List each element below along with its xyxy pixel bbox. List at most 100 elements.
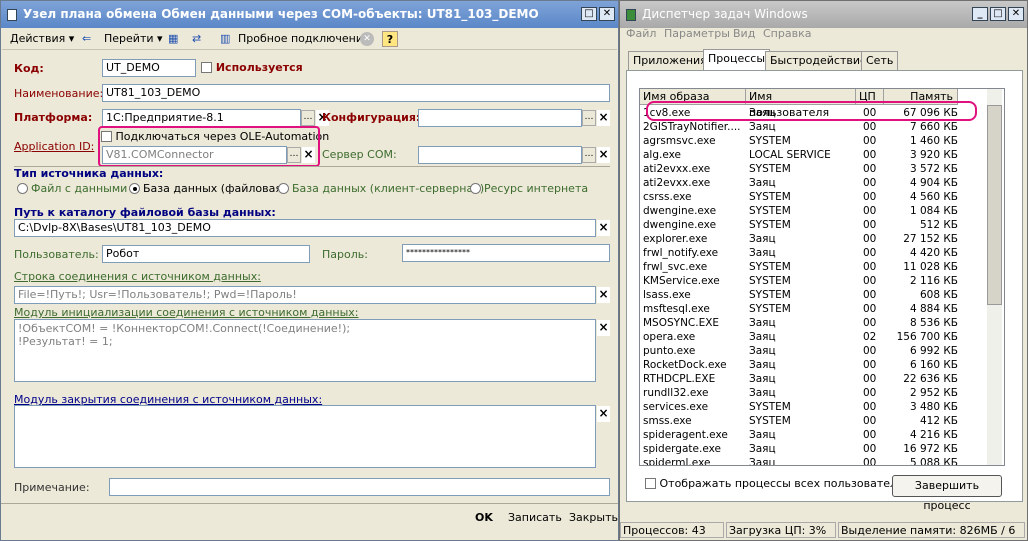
process-memory: 7 660 КБ — [909, 121, 958, 133]
process-user: SYSTEM — [749, 303, 791, 315]
tm-close-button[interactable]: ✕ — [1008, 7, 1024, 21]
table-row[interactable]: KMService.exe SYSTEM 00 2 116 КБ — [640, 274, 1004, 288]
note-field[interactable] — [109, 478, 610, 496]
stop-icon[interactable]: ✕ — [360, 32, 374, 46]
tm-title-bar: Диспетчер задач Windows — [620, 1, 1027, 28]
conn-label[interactable]: Строка соединения с источником данных: — [14, 270, 261, 283]
process-name: lsass.exe — [643, 289, 691, 301]
table-row[interactable]: smss.exe SYSTEM 00 412 КБ — [640, 414, 1004, 428]
table-row[interactable]: msftesql.exe SYSTEM 00 4 884 КБ — [640, 302, 1004, 316]
table-row[interactable]: services.exe SYSTEM 00 3 480 КБ — [640, 400, 1004, 414]
actions-menu[interactable]: Действия ▾ — [10, 31, 74, 47]
process-memory: 3 572 КБ — [909, 163, 958, 175]
server-field[interactable] — [418, 146, 582, 164]
config-field[interactable] — [418, 109, 582, 127]
process-memory: 11 028 КБ — [903, 261, 958, 273]
table-row[interactable]: spideragent.exe Заяц 00 4 216 КБ — [640, 428, 1004, 442]
path-clear-icon[interactable]: × — [597, 220, 610, 236]
table-row[interactable]: dwengine.exe SYSTEM 00 512 КБ — [640, 218, 1004, 232]
menu-options[interactable]: Параметры — [664, 27, 730, 40]
close-module-area[interactable] — [14, 405, 596, 468]
arrow-left-icon[interactable]: ⇐ — [82, 31, 91, 47]
init-clear-icon[interactable]: × — [597, 320, 610, 336]
show-all-checkbox[interactable]: Отображать процессы всех пользователей — [645, 477, 911, 490]
show-all-checkbox-box[interactable] — [645, 478, 656, 489]
maximize-button[interactable]: □ — [581, 7, 597, 21]
table-row[interactable]: agrsmsvc.exe SYSTEM 00 1 460 КБ — [640, 134, 1004, 148]
table-row[interactable]: rundll32.exe Заяц 00 2 952 КБ — [640, 386, 1004, 400]
table-row[interactable]: spiderml.exe Заяц 00 5 088 КБ — [640, 456, 1004, 465]
used-checkbox[interactable]: Используется — [201, 61, 303, 74]
ok-button[interactable]: OK — [475, 509, 493, 527]
used-checkbox-box[interactable] — [201, 62, 212, 73]
table-row[interactable]: MSOSYNC.EXE Заяц 00 8 536 КБ — [640, 316, 1004, 330]
user-field[interactable]: Робот — [102, 245, 310, 263]
table-row[interactable]: ati2evxx.exe Заяц 00 4 904 КБ — [640, 176, 1004, 190]
process-name: spideragent.exe — [643, 429, 728, 441]
tm-maximize-button[interactable]: □ — [990, 7, 1006, 21]
radio-file-db[interactable]: База данных (файловая) — [129, 182, 286, 195]
process-cpu: 00 — [863, 163, 877, 175]
config-clear-icon[interactable]: × — [597, 110, 610, 126]
menu-view[interactable]: Вид — [733, 27, 755, 40]
process-cpu: 00 — [863, 429, 877, 441]
radio-server-db[interactable]: База данных (клиент-серверная) — [278, 182, 484, 195]
exchange-icon[interactable]: ⇄ — [192, 31, 201, 47]
table-row[interactable]: dwengine.exe SYSTEM 00 1 084 КБ — [640, 204, 1004, 218]
kod-field[interactable]: UT_DEMO — [102, 59, 196, 77]
save-button[interactable]: Записать — [508, 509, 562, 527]
radio-internet-dot[interactable] — [470, 183, 481, 194]
tm-minimize-button[interactable]: _ — [972, 7, 988, 21]
process-user: SYSTEM — [749, 275, 791, 287]
appid-label[interactable]: Application ID: — [14, 140, 94, 153]
tab-network[interactable]: Сеть — [861, 51, 899, 70]
tab-performance[interactable]: Быстродействие — [765, 51, 872, 70]
goto-menu[interactable]: Перейти ▾ — [104, 31, 163, 47]
process-name: 2GISTrayNotifier.... — [643, 121, 741, 133]
platform-select-button[interactable]: … — [301, 110, 315, 126]
table-row[interactable]: ati2evxx.exe SYSTEM 00 3 572 КБ — [640, 162, 1004, 176]
window-title: Узел плана обмена Обмен данными через CO… — [23, 7, 539, 21]
server-select-button[interactable]: … — [582, 147, 596, 163]
tab-applications[interactable]: Приложения — [628, 51, 712, 70]
init-label[interactable]: Модуль инициализации соединения с источн… — [14, 306, 359, 319]
path-field[interactable]: C:\Dvlp-8X\Bases\UT81_103_DEMO — [14, 219, 596, 237]
radio-file-dot[interactable] — [17, 183, 28, 194]
refresh-icon[interactable]: ▦ — [168, 31, 178, 47]
end-process-button[interactable]: Завершить процесс — [892, 475, 1002, 512]
tab-processes[interactable]: Процессы — [703, 49, 771, 71]
init-module-area[interactable]: !ОбъектCOM! = !КоннекторCOM!.Connect(!Со… — [14, 319, 596, 382]
scrollbar-thumb[interactable] — [987, 105, 1002, 305]
table-row[interactable]: csrss.exe SYSTEM 00 4 560 КБ — [640, 190, 1004, 204]
password-field[interactable]: **************** — [402, 244, 610, 262]
table-row[interactable]: RocketDock.exe Заяц 00 6 160 КБ — [640, 358, 1004, 372]
radio-server-db-dot[interactable] — [278, 183, 289, 194]
close-window-button[interactable]: ✕ — [599, 7, 615, 21]
config-select-button[interactable]: … — [582, 110, 596, 126]
table-row[interactable]: alg.exe LOCAL SERVICE 00 3 920 КБ — [640, 148, 1004, 162]
conn-field[interactable]: File=!Путь!; Usr=!Пользователь!; Pwd=!Па… — [14, 286, 596, 304]
platform-field[interactable]: 1С:Предприятие-8.1 — [102, 109, 301, 127]
menu-file[interactable]: Файл — [626, 27, 656, 40]
menu-help[interactable]: Справка — [763, 27, 811, 40]
radio-file[interactable]: Файл с данными — [17, 182, 127, 195]
radio-file-db-dot[interactable] — [129, 183, 140, 194]
name-field[interactable]: UT81_103_DEMO — [102, 84, 610, 102]
help-icon[interactable]: ? — [382, 31, 398, 47]
table-row[interactable]: frwl_notify.exe Заяц 00 4 420 КБ — [640, 246, 1004, 260]
close-module-clear-icon[interactable]: × — [597, 406, 610, 422]
table-row[interactable]: frwl_svc.exe SYSTEM 00 11 028 КБ — [640, 260, 1004, 274]
process-list[interactable]: Имя образа Имя пользователя ЦП Память 1c… — [639, 88, 1005, 466]
conn-clear-icon[interactable]: × — [597, 287, 610, 303]
radio-internet[interactable]: Ресурс интернета — [470, 182, 588, 195]
close-button[interactable]: Закрыть — [569, 509, 618, 527]
table-row[interactable]: RTHDCPL.EXE Заяц 00 22 636 КБ — [640, 372, 1004, 386]
table-row[interactable]: explorer.exe Заяц 00 27 152 КБ — [640, 232, 1004, 246]
table-row[interactable]: lsass.exe SYSTEM 00 608 КБ — [640, 288, 1004, 302]
table-row[interactable]: punto.exe Заяц 00 6 992 КБ — [640, 344, 1004, 358]
table-row[interactable]: 2GISTrayNotifier.... Заяц 00 7 660 КБ — [640, 120, 1004, 134]
server-clear-icon[interactable]: × — [597, 147, 610, 163]
test-connection-button[interactable]: Пробное подключение — [238, 31, 370, 47]
table-row[interactable]: spidergate.exe Заяц 00 16 972 КБ — [640, 442, 1004, 456]
table-row[interactable]: opera.exe Заяц 02 156 700 КБ — [640, 330, 1004, 344]
